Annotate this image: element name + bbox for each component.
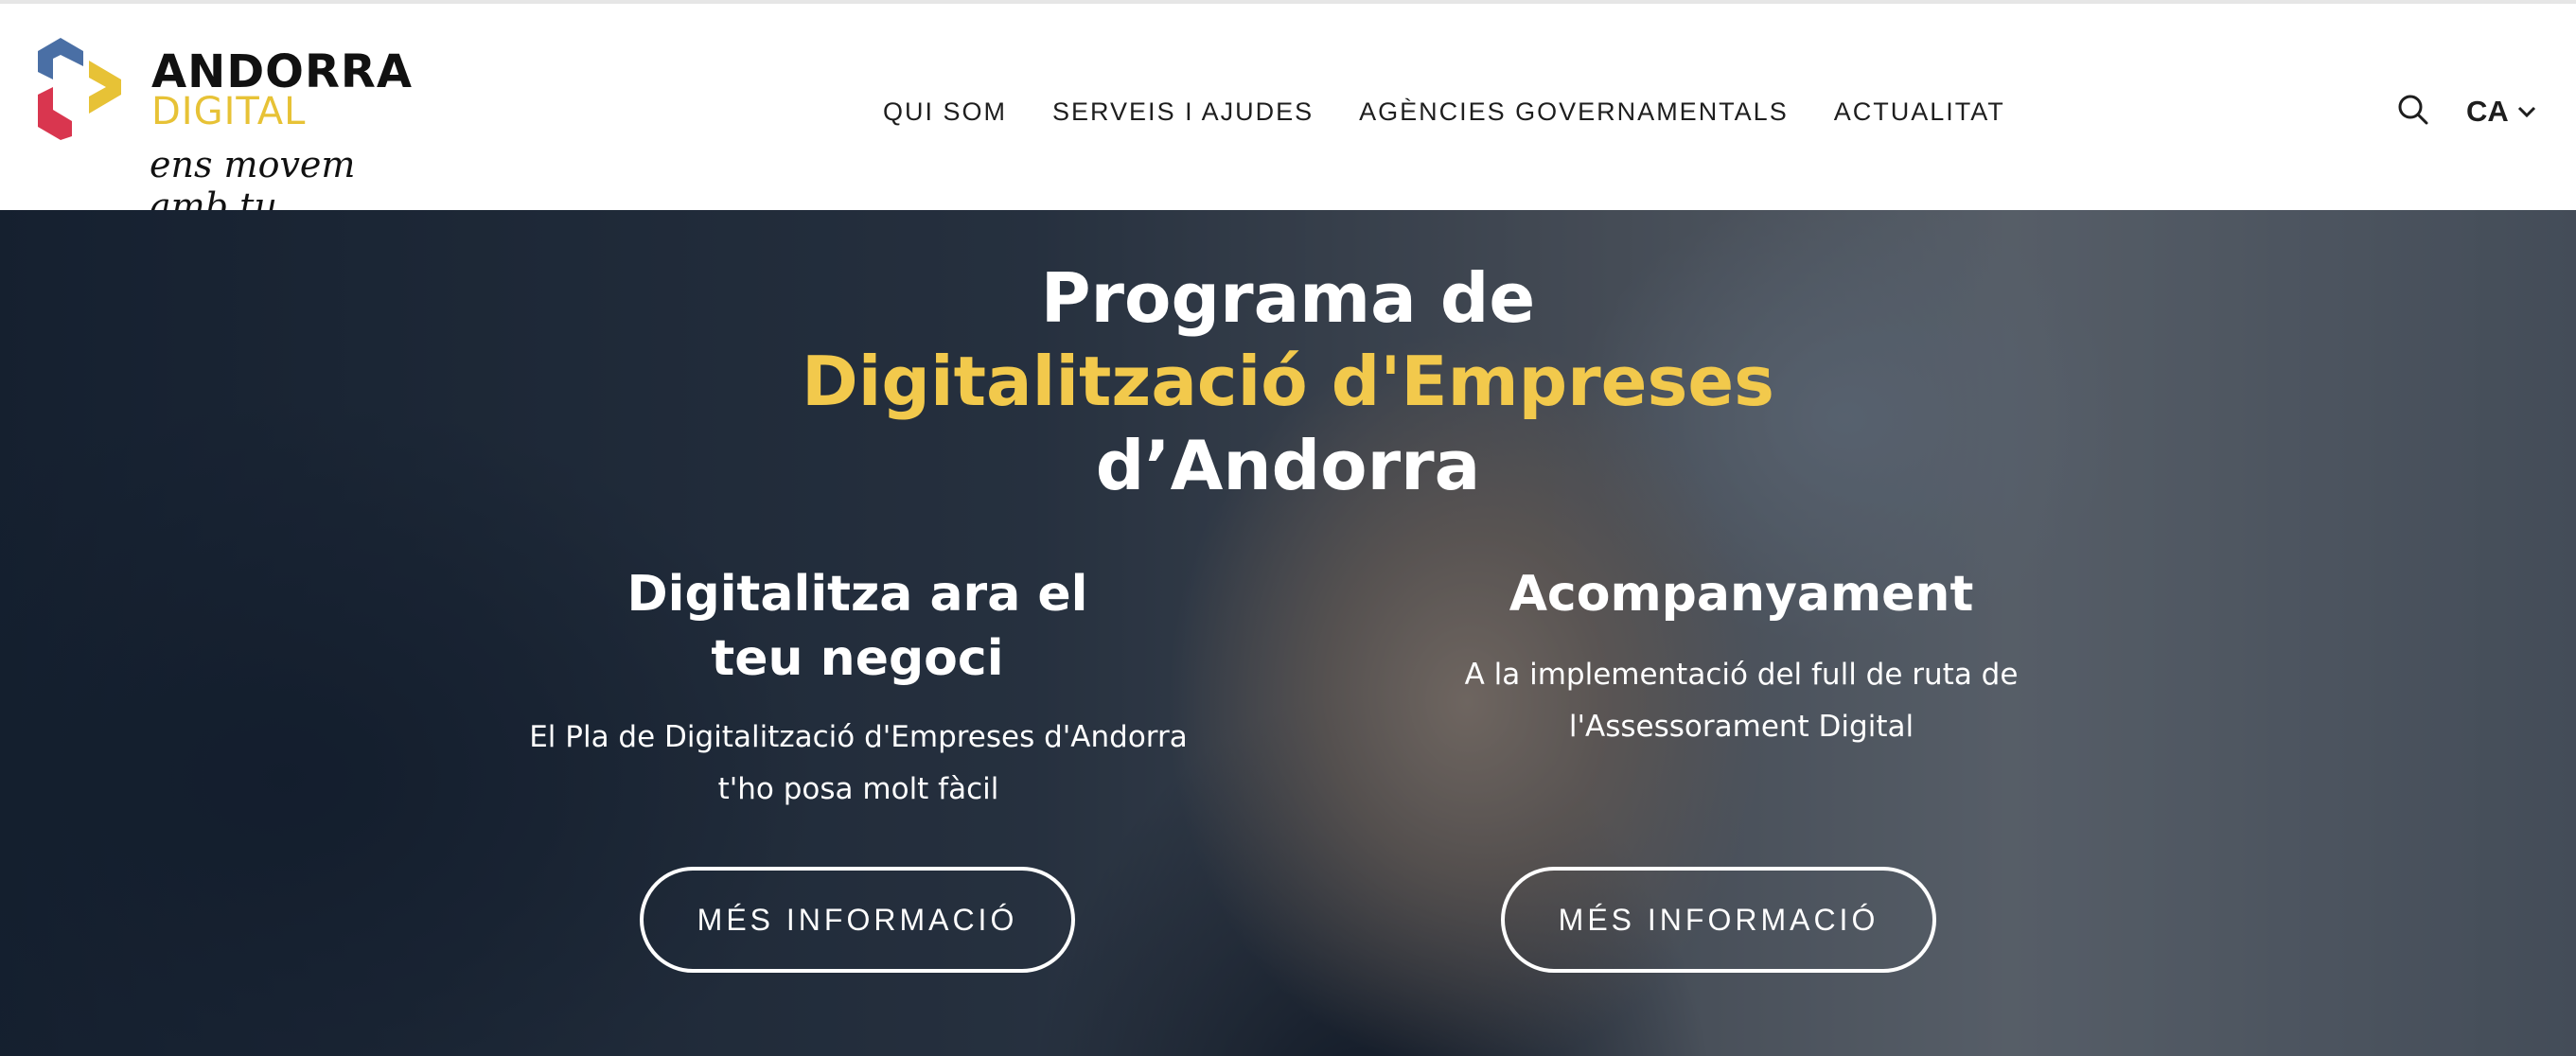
site-header: ANDORRA DIGITAL ens movem amb tu QUI SOM… [0, 4, 2576, 227]
hero-title-line1: Programa de [1040, 258, 1536, 338]
language-label: CA [2466, 95, 2509, 128]
hero-title-line3: d’Andorra [1095, 426, 1481, 505]
hero-title-line2: Digitalització d'Empreses [801, 342, 1775, 421]
column-text: A la implementació del full de ruta de l… [1464, 658, 2019, 744]
mes-informacio-button-acompanyament[interactable]: MÉS INFORMACIÓ [1501, 867, 1936, 973]
search-button[interactable] [2394, 91, 2432, 129]
mes-informacio-button-digitalitza[interactable]: MÉS INFORMACIÓ [640, 867, 1075, 973]
nav-item-actualitat[interactable]: ACTUALITAT [1834, 95, 2005, 132]
column-title: Acompanyament [1509, 566, 1974, 623]
chevron-down-icon [2517, 106, 2535, 118]
nav-item-serveis-i-ajudes[interactable]: SERVEIS I AJUDES [1052, 95, 1314, 132]
andorra-digital-logo[interactable]: ANDORRA DIGITAL ens movem amb tu [34, 38, 432, 227]
logo-name-line2: DIGITAL [151, 90, 307, 133]
column-text: El Pla de Digitalització d'Empreses d'An… [529, 720, 1188, 806]
language-selector[interactable]: CA [2466, 93, 2537, 131]
logo-mark-icon [38, 38, 121, 140]
hero-banner: Programa de Digitalització d'Empreses d’… [0, 210, 2576, 1056]
nav-item-agencies-governamentals[interactable]: AGÈNCIES GOVERNAMENTALS [1359, 95, 1789, 132]
search-icon [2398, 95, 2428, 125]
main-nav: QUI SOM SERVEIS I AJUDES AGÈNCIES GOVERN… [883, 95, 2005, 132]
nav-item-qui-som[interactable]: QUI SOM [883, 95, 1007, 132]
column-title: Digitalitza ara el teu negoci [626, 566, 1088, 687]
